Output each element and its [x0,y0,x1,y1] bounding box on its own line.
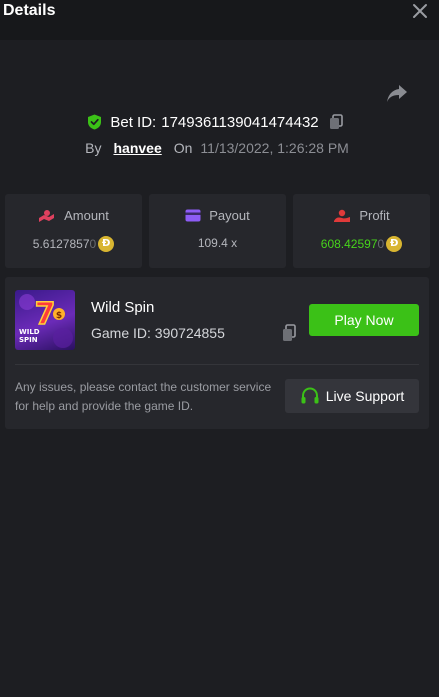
bet-timestamp: 11/13/2022, 1:26:28 PM [200,140,349,156]
profit-label: Profit [359,208,390,223]
share-icon[interactable] [385,82,409,104]
profit-icon [334,209,351,222]
close-icon[interactable] [411,2,429,20]
amount-value: 5.6127857 0 Ɖ [5,236,142,252]
game-id: Game ID: 390724855 [91,325,225,341]
game-id-label: Game ID: [91,325,151,341]
svg-text:7: 7 [35,297,56,332]
dogecoin-icon: Ɖ [98,236,115,252]
svg-text:$: $ [56,311,62,321]
amount-card: Amount 5.6127857 0 Ɖ [5,194,142,268]
payout-value: 109.4 x [197,236,238,250]
on-label: On [173,140,193,156]
live-support-label: Live Support [325,388,405,404]
dogecoin-icon: Ɖ [386,236,403,252]
live-support-button[interactable]: Live Support [285,379,419,413]
play-now-button[interactable]: Play Now [309,304,419,336]
copy-game-id-icon[interactable] [282,324,296,342]
amount-label: Amount [64,208,109,223]
payout-icon [185,209,201,222]
payout-label: Payout [209,208,250,223]
divider [15,364,419,365]
bet-id-value: 1749361139041474432 [161,113,319,131]
game-id-value: 390724855 [154,325,225,341]
bet-meta-row: By hanvee On 11/13/2022, 1:26:28 PM [0,138,434,158]
copy-bet-id-icon[interactable] [329,114,343,130]
amount-icon [39,209,55,222]
profit-value: 608.42597 0 Ɖ [293,236,430,252]
page-title: Details [3,2,56,19]
verified-shield-icon [88,114,102,130]
amount-value-fade: 0 [89,237,97,251]
profit-value-main: 608.42597 [320,237,378,251]
bet-id-label: Bet ID: [110,113,157,131]
support-text: Any issues, please contact the customer … [15,380,272,413]
game-thumb-text: WILD SPIN [19,328,40,344]
game-name: Wild Spin [91,299,155,316]
details-header: Details [0,0,439,40]
bet-id-row: Bet ID: 1749361139041474432 [0,111,430,133]
headset-icon [301,387,319,404]
username-link[interactable]: hanvee [113,140,161,156]
game-card: 7 $ WILD SPIN Wild Spin Game ID: 3907248… [5,277,429,429]
game-thumbnail[interactable]: 7 $ WILD SPIN [15,290,75,350]
payout-card: Payout 109.4 x [149,194,286,268]
profit-value-fade: 0 [377,237,385,251]
amount-value-main: 5.6127857 [32,237,90,251]
profit-card: Profit 608.42597 0 Ɖ [293,194,430,268]
by-label: By [85,140,102,156]
